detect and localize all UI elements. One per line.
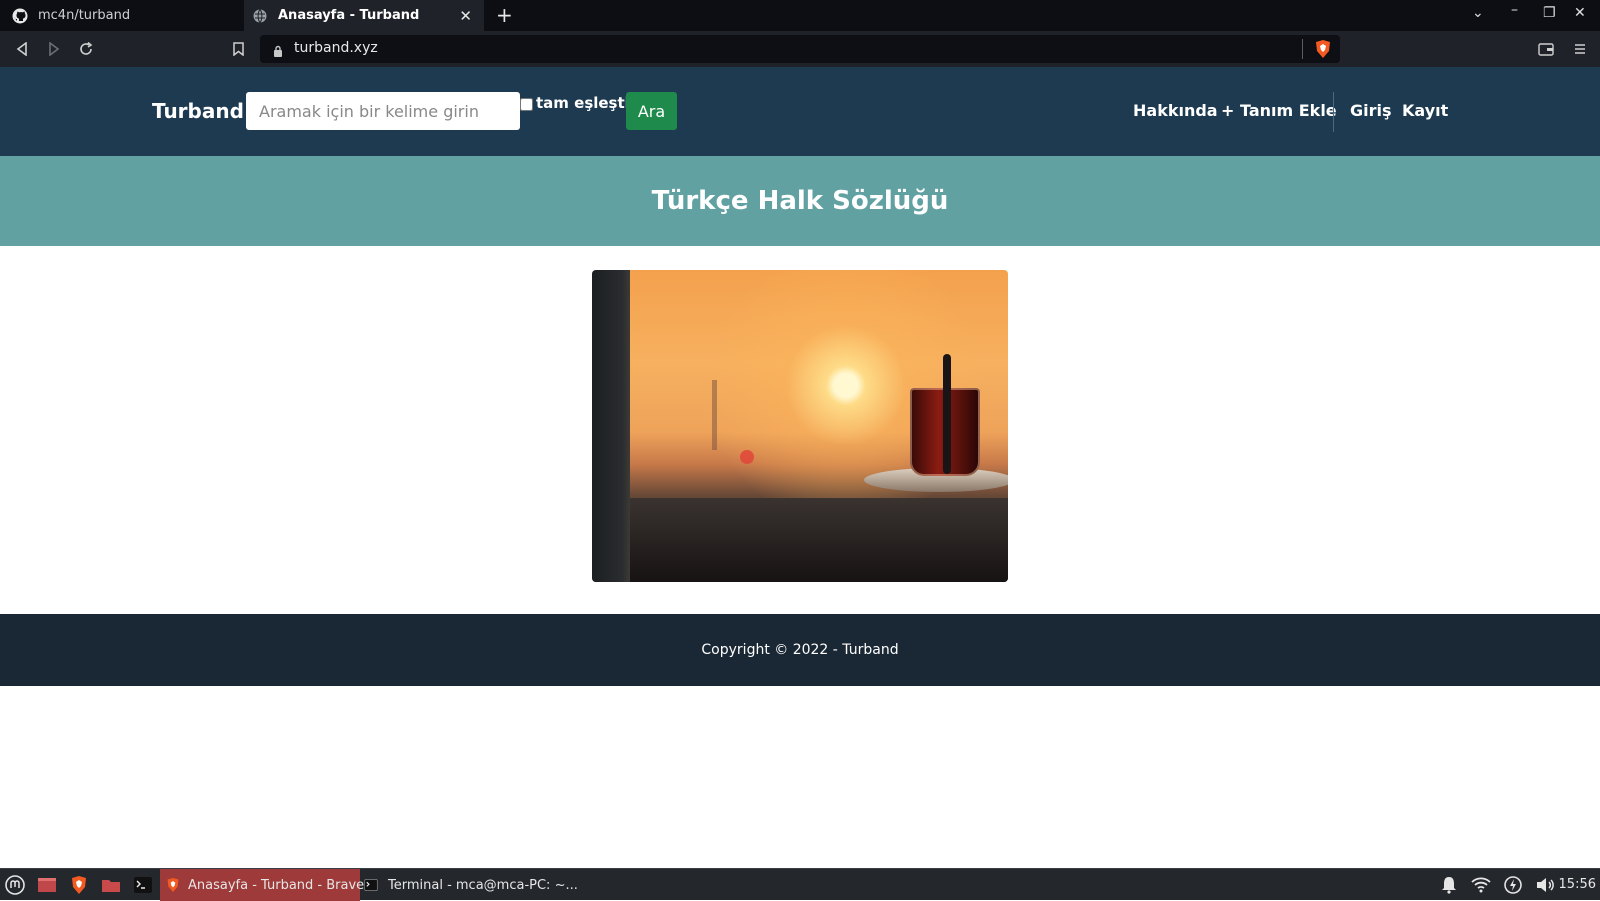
minimize-icon[interactable]: – bbox=[1511, 2, 1518, 18]
terminal-icon bbox=[364, 878, 378, 892]
exact-match-checkbox[interactable] bbox=[520, 98, 533, 111]
tab-turband[interactable]: Anasayfa - Turband ✕ bbox=[244, 0, 484, 31]
nav-add-definition-link[interactable]: + Tanım Ekle bbox=[1221, 101, 1337, 120]
image-detail bbox=[622, 498, 1008, 582]
banner-title: Türkçe Halk Sözlüğü bbox=[651, 186, 949, 216]
nav-about-link[interactable]: Hakkında bbox=[1133, 101, 1218, 120]
address-bar[interactable]: turband.xyz bbox=[260, 35, 1340, 63]
brave-icon bbox=[166, 877, 180, 893]
divider bbox=[1302, 39, 1303, 59]
brave-shield-icon[interactable] bbox=[1314, 39, 1332, 63]
restore-icon[interactable]: ❐ bbox=[1543, 5, 1556, 21]
tab-list-icon[interactable]: ⌄ bbox=[1472, 5, 1484, 21]
os-taskbar: Anasayfa - Turband - Brave Terminal - mc… bbox=[0, 868, 1600, 901]
lock-icon bbox=[273, 42, 283, 61]
search-button[interactable]: Ara bbox=[626, 92, 677, 130]
menu-icon[interactable] bbox=[1568, 37, 1592, 61]
back-icon[interactable] bbox=[10, 37, 34, 61]
site-footer: Copyright © 2022 - Turband bbox=[0, 614, 1600, 686]
image-detail bbox=[740, 450, 754, 464]
site-brand[interactable]: Turband bbox=[152, 99, 244, 123]
files-icon[interactable] bbox=[100, 874, 122, 896]
nav-login-link[interactable]: Giriş bbox=[1350, 101, 1392, 120]
task-label: Terminal - mca@mca-PC: ~... bbox=[388, 877, 578, 893]
power-icon[interactable] bbox=[1502, 874, 1524, 896]
globe-icon bbox=[252, 8, 268, 24]
wallet-icon[interactable] bbox=[1534, 37, 1558, 61]
taskbar-brave-window[interactable]: Anasayfa - Turband - Brave bbox=[160, 869, 364, 901]
show-desktop-icon[interactable] bbox=[36, 874, 58, 896]
github-icon bbox=[12, 8, 28, 24]
forward-icon[interactable] bbox=[42, 37, 66, 61]
site-header: Turband tam eşleştir Ara Hakkında + Tanı… bbox=[0, 67, 1600, 156]
hero-banner: Türkçe Halk Sözlüğü bbox=[0, 156, 1600, 246]
image-detail bbox=[943, 354, 951, 474]
bookmark-icon[interactable] bbox=[226, 37, 250, 61]
tab-title: Anasayfa - Turband bbox=[278, 8, 420, 23]
new-tab-icon[interactable]: + bbox=[496, 3, 513, 27]
exact-match-label: tam eşleştir bbox=[536, 94, 626, 112]
copyright-text: Copyright © 2022 - Turband bbox=[701, 642, 899, 658]
url-text: turband.xyz bbox=[294, 40, 378, 56]
taskbar-terminal-window[interactable]: Terminal - mca@mca-PC: ~... bbox=[364, 869, 578, 901]
search-input[interactable] bbox=[246, 92, 520, 130]
brave-launcher-icon[interactable] bbox=[68, 874, 90, 896]
close-window-icon[interactable]: ✕ bbox=[1574, 5, 1586, 21]
close-tab-icon[interactable]: ✕ bbox=[459, 7, 472, 25]
image-detail bbox=[592, 270, 630, 582]
reload-icon[interactable] bbox=[74, 37, 98, 61]
browser-tab-strip: mc4n/turband Anasayfa - Turband ✕ + ⌄ – … bbox=[0, 0, 1600, 31]
nav-divider bbox=[1333, 92, 1334, 132]
mint-menu-icon[interactable] bbox=[4, 874, 26, 896]
sunset-tea-image bbox=[592, 270, 1008, 582]
tab-title: mc4n/turband bbox=[38, 8, 131, 23]
terminal-launcher-icon[interactable] bbox=[132, 874, 154, 896]
task-label: Anasayfa - Turband - Brave bbox=[188, 877, 365, 893]
notifications-icon[interactable] bbox=[1438, 874, 1460, 896]
browser-toolbar: turband.xyz bbox=[0, 31, 1600, 67]
image-detail bbox=[712, 380, 717, 450]
tab-github[interactable]: mc4n/turband bbox=[0, 0, 244, 31]
taskbar-clock: 15:56 bbox=[1558, 877, 1596, 892]
wifi-icon[interactable] bbox=[1470, 874, 1492, 896]
nav-register-link[interactable]: Kayıt bbox=[1402, 101, 1448, 120]
volume-icon[interactable] bbox=[1534, 874, 1556, 896]
